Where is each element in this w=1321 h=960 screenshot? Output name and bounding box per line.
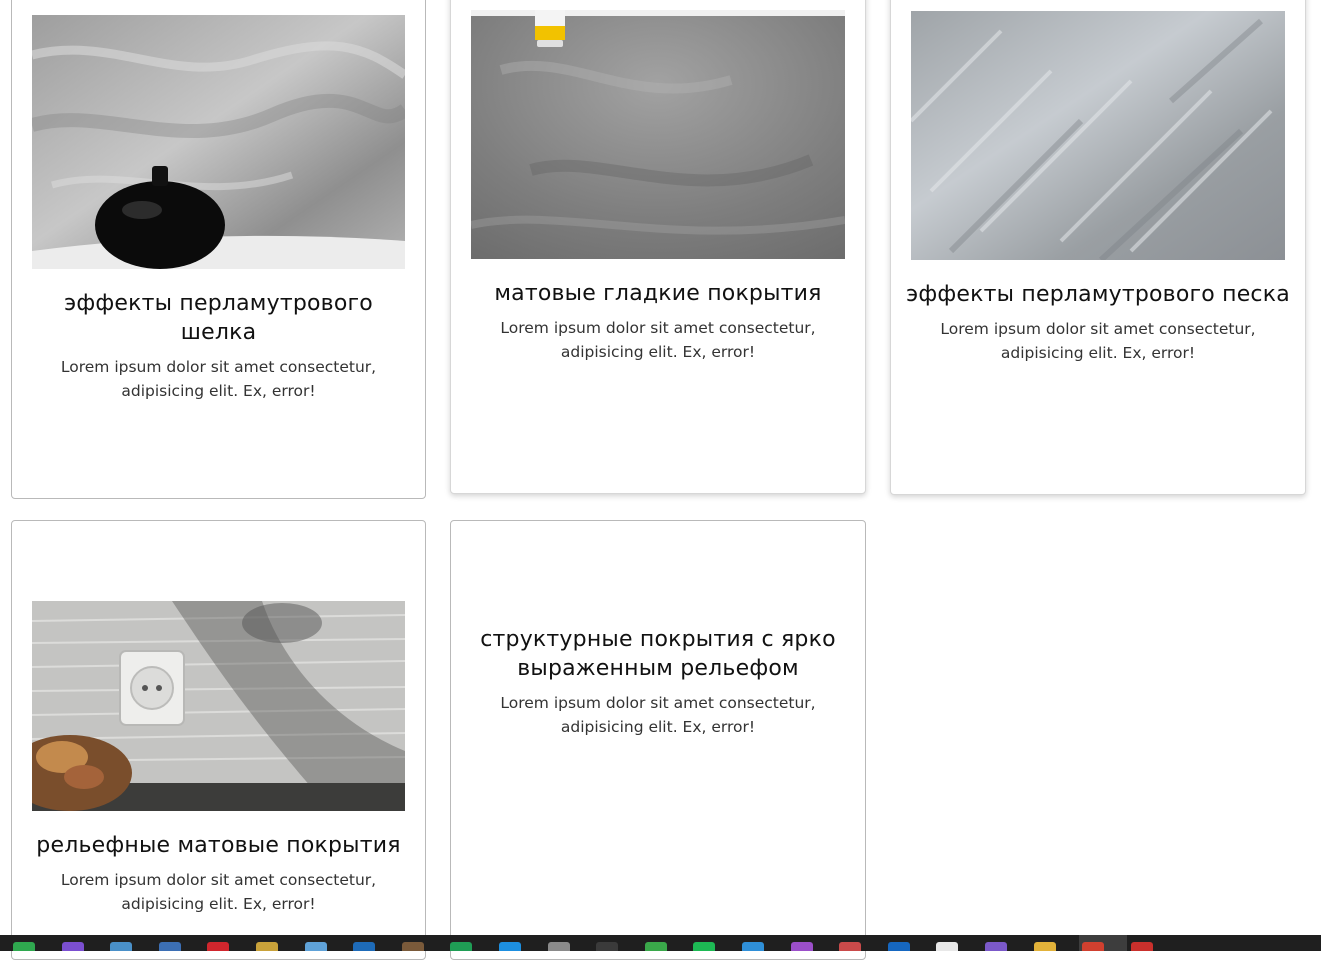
card-description: Lorem ipsum dolor sit amet consectetur, … [500, 694, 816, 736]
service-card-structural[interactable]: структурные покрытия с ярко выраженным р… [450, 520, 866, 960]
service-card-relief-matte[interactable]: рельефные матовые покрытия Lorem ipsum d… [11, 520, 426, 960]
card-image-matte-smooth [471, 10, 845, 259]
app-icon[interactable] [304, 942, 327, 951]
card-image-relief-matte [32, 601, 405, 811]
terminal-icon[interactable] [596, 942, 619, 951]
taskbar [0, 935, 1321, 951]
service-card-pearl-silk[interactable]: эффекты перламутрового шелка Lorem ipsum… [11, 0, 426, 499]
spotify-icon[interactable] [693, 942, 716, 951]
app-icon[interactable] [256, 942, 278, 951]
card-title: эффекты перламутрового шелка [64, 291, 373, 345]
visual-studio-icon[interactable] [61, 942, 84, 951]
card-title: структурные покрытия с ярко выраженным р… [480, 627, 836, 681]
app-icon[interactable] [790, 942, 813, 951]
card-title: матовые гладкие покрытия [494, 281, 822, 306]
app-icon[interactable] [887, 942, 910, 951]
card-title: эффекты перламутрового песка [906, 282, 1290, 307]
app-icon[interactable] [1130, 942, 1153, 951]
card-title: рельефные матовые покрытия [36, 833, 401, 858]
app-icon[interactable] [1082, 942, 1105, 951]
app-icon[interactable] [158, 942, 181, 951]
service-card-pearl-sand[interactable]: эффекты перламутрового песка Lorem ipsum… [890, 0, 1306, 495]
app-icon[interactable] [839, 942, 862, 951]
card-description: Lorem ipsum dolor sit amet consectetur, … [940, 320, 1256, 362]
app-icon[interactable] [742, 942, 764, 951]
card-image-pearl-sand [911, 11, 1285, 260]
app-icon[interactable] [644, 942, 667, 951]
viber-icon[interactable] [985, 942, 1007, 951]
card-description: Lorem ipsum dolor sit amet consectetur, … [60, 871, 377, 913]
app-icon[interactable] [110, 942, 133, 951]
card-description: Lorem ipsum dolor sit amet consectetur, … [60, 358, 377, 400]
chrome-icon[interactable] [13, 942, 35, 951]
app-icon[interactable] [401, 942, 424, 951]
opera-icon[interactable] [207, 942, 230, 951]
excel-icon[interactable] [450, 942, 473, 951]
app-icon[interactable] [353, 942, 376, 951]
folder-icon[interactable] [1033, 942, 1056, 951]
card-image-pearl-silk [32, 15, 405, 269]
service-card-matte-smooth[interactable]: матовые гладкие покрытия Lorem ipsum dol… [450, 0, 866, 494]
vscode-icon[interactable] [499, 942, 521, 951]
app-icon[interactable] [547, 942, 570, 951]
card-description: Lorem ipsum dolor sit amet consectetur, … [500, 319, 816, 361]
app-icon[interactable] [936, 942, 959, 951]
